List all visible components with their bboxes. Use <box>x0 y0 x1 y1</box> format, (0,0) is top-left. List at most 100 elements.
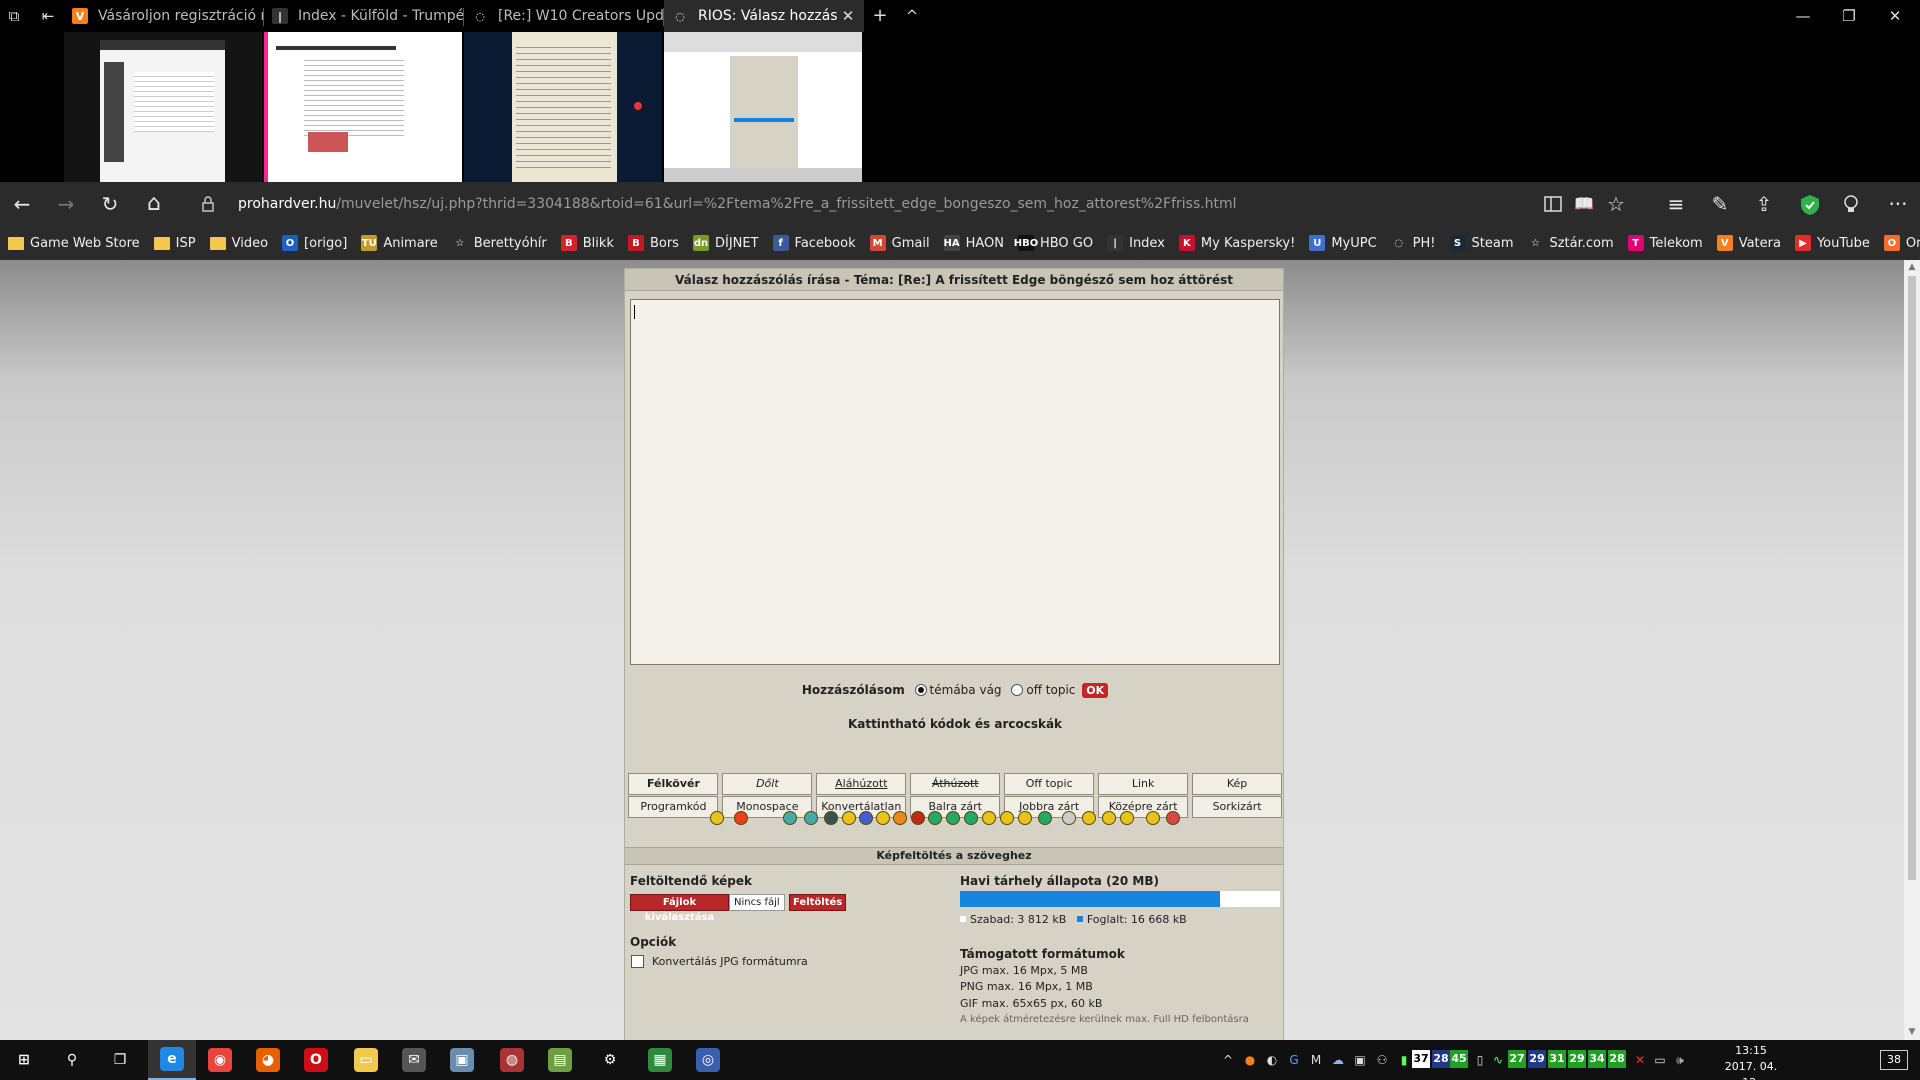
smiley-icon[interactable] <box>842 811 856 825</box>
start-button-taskbar-button[interactable]: ⊞ <box>0 1040 48 1080</box>
network-tray-icon[interactable]: ⚇ <box>1374 1052 1390 1068</box>
favorite-12[interactable]: HBO HBO GO <box>1014 235 1093 251</box>
code-button-1-4[interactable]: Áthúzott <box>910 773 1001 795</box>
show-tab-previews-button[interactable]: ^ <box>902 6 922 26</box>
tray-counter-icon[interactable]: 31 <box>1548 1050 1566 1068</box>
smiley-icon[interactable] <box>1082 811 1096 825</box>
cloud-tray-icon[interactable]: ☁ <box>1330 1052 1346 1068</box>
address-bar[interactable]: prohardver.hu/muvelet/hsz/uj.php?thrid=3… <box>238 190 1568 218</box>
favorite-3[interactable]: O [origo] <box>282 235 347 251</box>
clock[interactable]: 13:15 2017. 04. 12. <box>1716 1043 1786 1080</box>
favorite-8[interactable]: dn DÍJNET <box>692 235 759 251</box>
favorite-14[interactable]: K My Kaspersky! <box>1178 235 1295 251</box>
scroll-up-arrow[interactable]: ▲ <box>1906 262 1918 272</box>
monitor-tray-icon[interactable]: ∿ <box>1490 1052 1506 1068</box>
firefox-taskbar-button[interactable]: ◕ <box>244 1040 292 1080</box>
tray-counter-icon[interactable]: 29 <box>1568 1050 1586 1068</box>
smiley-icon[interactable] <box>1146 811 1160 825</box>
tab-1[interactable]: V Vásároljon regisztráció nélkü <box>64 0 264 32</box>
home-button[interactable]: ⌂ <box>140 190 168 218</box>
spreadsheet-taskbar-button[interactable]: ▦ <box>636 1040 684 1080</box>
favorite-4[interactable]: TU Animare <box>361 235 438 251</box>
usb-tray-icon[interactable]: ▯ <box>1472 1052 1488 1068</box>
smiley-icon[interactable] <box>928 811 942 825</box>
code-button-1-1[interactable]: Félkövér <box>628 773 719 795</box>
upload-button[interactable]: Feltöltés <box>789 894 847 911</box>
photos-taskbar-button[interactable]: ▤ <box>536 1040 584 1080</box>
tray-counter-icon[interactable]: 29 <box>1528 1050 1546 1068</box>
windows-tool-taskbar-button[interactable]: ▣ <box>438 1040 486 1080</box>
close-tab-icon[interactable]: ✕ <box>838 7 858 25</box>
smiley-icon[interactable] <box>1166 811 1180 825</box>
smiley-icon[interactable] <box>1018 811 1032 825</box>
email-tray-icon[interactable]: M <box>1308 1052 1324 1068</box>
tab-2[interactable]: | Index - Külföld - Trumpék a <box>264 0 464 32</box>
tray-counter-icon[interactable]: 27 <box>1508 1050 1526 1068</box>
smiley-icon[interactable] <box>1000 811 1014 825</box>
code-button-1-2[interactable]: Dőlt <box>722 773 813 795</box>
ok-button[interactable]: OK <box>1082 683 1109 698</box>
steam-tray-icon[interactable]: ◐ <box>1264 1052 1280 1068</box>
app-taskbar-button[interactable]: ◍ <box>488 1040 536 1080</box>
sync-tray-icon[interactable]: G <box>1286 1052 1302 1068</box>
restore-button[interactable]: ❐ <box>1826 0 1872 32</box>
smiley-icon[interactable] <box>911 811 925 825</box>
lightbulb-extension-icon[interactable] <box>1842 194 1860 214</box>
forward-button[interactable]: → <box>52 190 80 218</box>
smiley-icon[interactable] <box>893 811 907 825</box>
code-button-1-7[interactable]: Kép <box>1192 773 1283 795</box>
action-center-icon[interactable]: 38 <box>1880 1050 1908 1070</box>
tab-preview-index[interactable] <box>264 32 462 182</box>
favorite-20[interactable]: V Vatera <box>1716 235 1781 251</box>
smiley-icon[interactable] <box>1062 811 1076 825</box>
off-topic-radio[interactable] <box>1011 684 1024 696</box>
favorite-10[interactable]: M Gmail <box>869 235 930 251</box>
task-view-taskbar-button[interactable]: ❐ <box>96 1040 144 1080</box>
nvidia-tray-icon[interactable]: ▣ <box>1352 1052 1368 1068</box>
volume-tray-icon[interactable]: 🕪 <box>1672 1052 1688 1068</box>
code-button-1-6[interactable]: Link <box>1098 773 1189 795</box>
tray-counter-icon[interactable]: 37 <box>1412 1050 1430 1068</box>
close-window-button[interactable]: ✕ <box>1872 0 1918 32</box>
tray-counter-icon[interactable]: 28 <box>1608 1050 1626 1068</box>
hub-icon[interactable]: ≡ <box>1662 190 1690 218</box>
tray-counter-icon[interactable]: 28 <box>1432 1050 1450 1068</box>
set-tabs-aside-icon[interactable]: ⇤ <box>38 6 58 26</box>
code-button-1-5[interactable]: Off topic <box>1004 773 1095 795</box>
smiley-icon[interactable] <box>804 811 818 825</box>
show-hidden-icons[interactable]: ^ <box>1220 1052 1236 1068</box>
search-taskbar-button[interactable]: ⚲ <box>48 1040 96 1080</box>
reading-view-icon[interactable]: 📖 <box>1570 190 1598 218</box>
favorite-19[interactable]: T Telekom <box>1627 235 1703 251</box>
mail-taskbar-button[interactable]: ✉ <box>390 1040 438 1080</box>
vpn-taskbar-button[interactable]: ◎ <box>684 1040 732 1080</box>
gpu-tray-icon[interactable]: ▮ <box>1396 1052 1412 1068</box>
opera-taskbar-button[interactable]: O <box>292 1040 340 1080</box>
smiley-icon[interactable] <box>876 811 890 825</box>
share-icon[interactable]: ⇪ <box>1750 190 1778 218</box>
minimize-button[interactable]: — <box>1780 0 1826 32</box>
favorite-17[interactable]: S Steam <box>1449 235 1513 251</box>
smiley-icon[interactable] <box>1102 811 1116 825</box>
smiley-icon[interactable] <box>710 811 724 825</box>
favorite-7[interactable]: B Bors <box>627 235 679 251</box>
origin-tray-icon[interactable]: ● <box>1242 1052 1258 1068</box>
smiley-icon[interactable] <box>1038 811 1052 825</box>
scrollbar-thumb[interactable] <box>1908 276 1916 880</box>
tray-counter-icon[interactable]: 34 <box>1588 1050 1606 1068</box>
smiley-icon[interactable] <box>964 811 978 825</box>
smiley-icon[interactable] <box>982 811 996 825</box>
tab-4[interactable]: ◌ RIOS: Válasz hozzászólá✕ <box>664 0 864 32</box>
smiley-icon[interactable] <box>734 811 748 825</box>
settings-taskbar-button[interactable]: ⚙ <box>586 1040 634 1080</box>
favorite-11[interactable]: HA HAON <box>944 235 1004 251</box>
file-explorer-taskbar-button[interactable]: ▭ <box>342 1040 390 1080</box>
tab-preview-vatera[interactable] <box>64 32 262 182</box>
web-note-icon[interactable]: ✎ <box>1706 190 1734 218</box>
back-button[interactable]: ← <box>8 190 36 218</box>
smiley-icon[interactable] <box>824 811 838 825</box>
edge-taskbar-button[interactable]: e <box>148 1040 196 1080</box>
favorite-star-icon[interactable]: ☆ <box>1602 190 1630 218</box>
favorite-1[interactable]: ISP <box>153 236 196 251</box>
shield-extension-icon[interactable] <box>1800 194 1820 216</box>
